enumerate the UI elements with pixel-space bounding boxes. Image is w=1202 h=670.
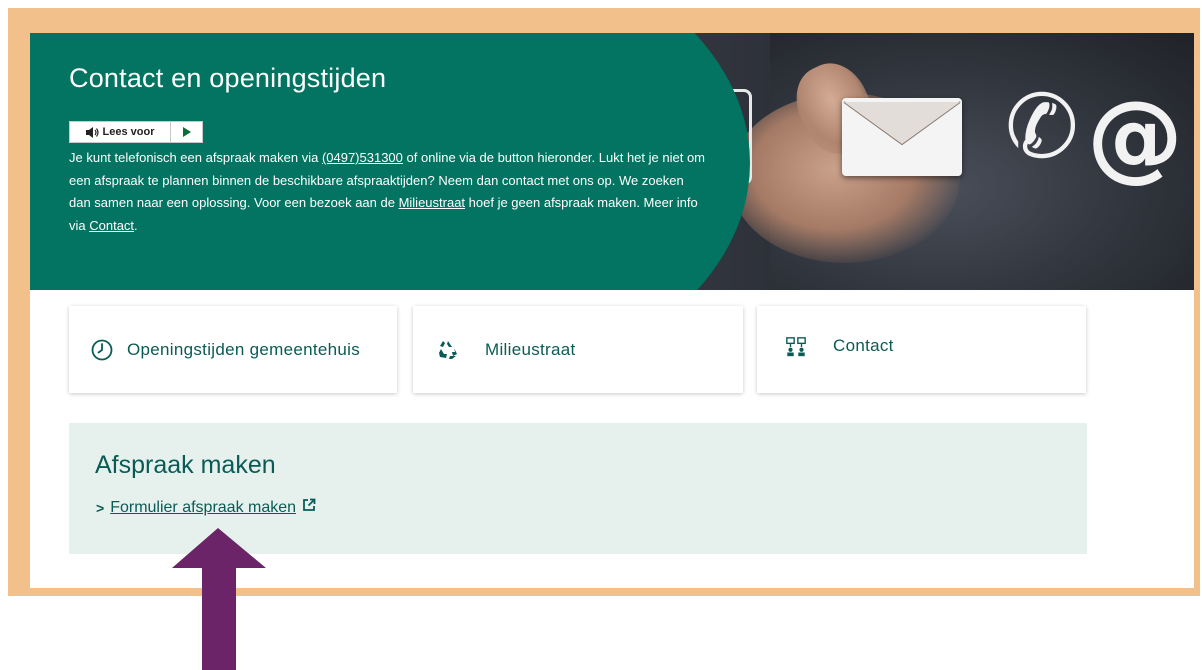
page-title: Contact en openingstijden [69,63,387,93]
hero-text-part: . [134,217,138,233]
recycle-icon [437,339,459,361]
appointment-title: Afspraak maken [95,451,276,479]
speaker-icon [85,126,99,138]
play-button[interactable] [171,122,202,142]
telephone-icon: ✆ [1005,75,1079,178]
at-sign-icon: @ [1087,80,1183,192]
appointment-link-row: > Formulier afspraak maken [96,498,316,517]
tile-label: Openingstijden gemeentehuis [127,339,361,359]
clock-icon [91,339,113,361]
phone-link[interactable]: (0497)531300 [322,150,403,165]
contact-link[interactable]: Contact [89,218,134,233]
page: ✆ @ Contact en openingstijden Lees voor [30,33,1194,588]
formulier-afspraak-link[interactable]: Formulier afspraak maken [110,499,296,517]
external-link-icon [302,498,316,517]
chevron-right-icon: > [96,499,105,516]
hero-description: Je kunt telefonisch een afspraak maken v… [69,147,709,237]
hero-content: Contact en openingstijden Lees voor Je k… [69,63,709,237]
quick-links: Openingstijden gemeentehuis Milieustraat [69,306,1086,394]
screenshot-frame: ✆ @ Contact en openingstijden Lees voor [8,8,1200,596]
tile-milieustraat[interactable]: Milieustraat [413,306,743,393]
tile-label: Milieustraat [485,339,576,359]
hero-text-part: Je kunt telefonisch een afspraak maken v… [69,150,322,165]
lees-voor-button[interactable]: Lees voor [70,122,171,142]
tile-contact[interactable]: Contact [757,306,1086,393]
envelope-icon [842,98,962,176]
pointer-arrow [170,528,270,670]
network-icon [785,336,807,358]
milieustraat-link[interactable]: Milieustraat [399,195,465,210]
lees-voor-label: Lees voor [102,126,155,138]
hero-banner: ✆ @ Contact en openingstijden Lees voor [30,33,1194,290]
readspeaker-widget: Lees voor [69,121,203,143]
tile-openingstijden[interactable]: Openingstijden gemeentehuis [69,306,397,393]
tile-label: Contact [833,336,894,355]
play-icon [182,127,191,137]
